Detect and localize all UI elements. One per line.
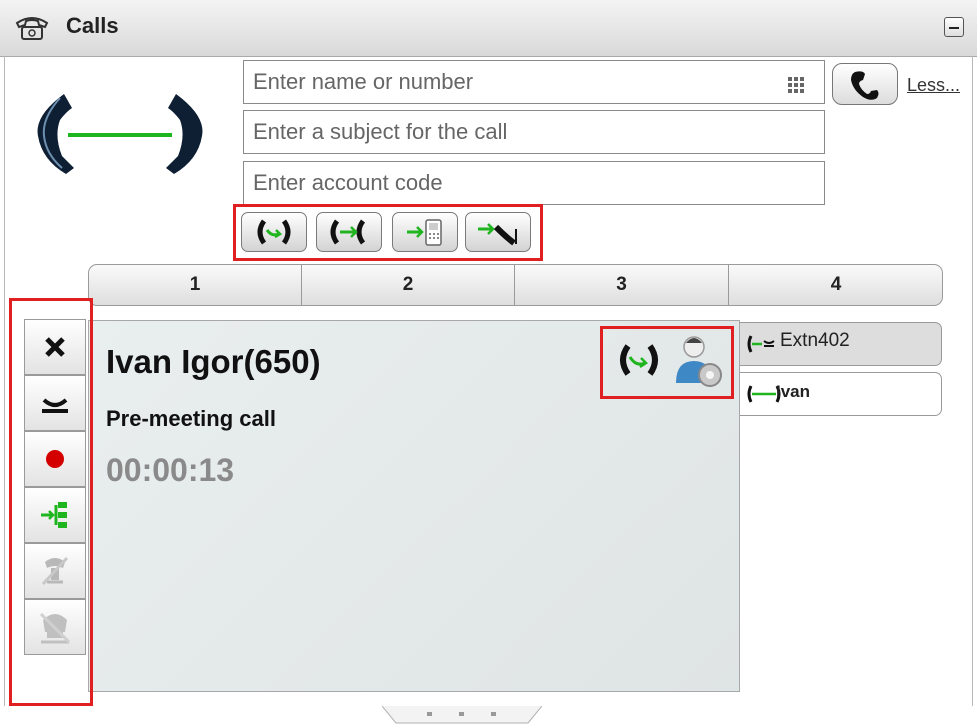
minimize-button[interactable] bbox=[944, 17, 964, 37]
title-bar bbox=[0, 0, 977, 57]
mute-button-disabled[interactable] bbox=[24, 543, 86, 599]
transfer-to-mobile-button[interactable] bbox=[392, 212, 458, 252]
call-list-item-connected[interactable]: Ivan bbox=[740, 372, 942, 416]
listen-button-disabled[interactable] bbox=[24, 599, 86, 655]
transfer-icon bbox=[257, 219, 291, 245]
phone-icon bbox=[15, 17, 49, 40]
close-icon bbox=[45, 337, 65, 357]
dialpad-icon[interactable] bbox=[779, 68, 813, 102]
window-title: Calls bbox=[66, 13, 119, 38]
resize-grip[interactable] bbox=[382, 706, 542, 724]
held-handset-icon bbox=[747, 335, 775, 353]
call-button[interactable] bbox=[832, 63, 898, 105]
tab-4[interactable]: 4 bbox=[729, 265, 942, 305]
account-code-input[interactable]: Enter account code bbox=[243, 161, 825, 205]
tab-1[interactable]: 1 bbox=[89, 265, 301, 305]
record-button[interactable] bbox=[24, 431, 86, 487]
headset-disabled-icon bbox=[39, 612, 71, 644]
subject-input[interactable]: Enter a subject for the call bbox=[243, 110, 825, 154]
mute-icon bbox=[41, 556, 69, 586]
call-tabs: 1 2 3 4 bbox=[88, 264, 943, 306]
connected-call-icon bbox=[37, 94, 203, 174]
call-list-label: Extn402 bbox=[780, 330, 850, 351]
transfer-tree-icon bbox=[41, 502, 67, 528]
less-link[interactable]: Less... bbox=[907, 75, 960, 96]
handset-icon bbox=[851, 71, 879, 100]
user-settings-icon bbox=[676, 336, 722, 387]
tab-2[interactable]: 2 bbox=[302, 265, 514, 305]
voicemail-transfer-icon bbox=[478, 223, 517, 246]
call-list-label: Ivan bbox=[776, 382, 811, 401]
call-subject: Pre-meeting call bbox=[106, 406, 276, 431]
transfer-status-icon bbox=[620, 344, 658, 376]
call-timer: 00:00:13 bbox=[106, 452, 235, 488]
hold-call-button[interactable] bbox=[24, 375, 86, 431]
name-number-input[interactable]: Enter name or number bbox=[243, 60, 825, 104]
park-transfer-button[interactable] bbox=[24, 487, 86, 543]
hold-icon bbox=[42, 398, 68, 413]
call-list-item-held[interactable]: Extn402 bbox=[740, 322, 942, 366]
transfer-call-button[interactable] bbox=[241, 212, 307, 252]
tab-3[interactable]: 3 bbox=[515, 265, 728, 305]
caller-name: Ivan Igor(650) bbox=[106, 343, 321, 380]
mobile-transfer-icon bbox=[407, 219, 442, 246]
record-icon bbox=[46, 450, 64, 468]
transfer-to-voicemail-button[interactable] bbox=[465, 212, 531, 252]
conference-icon bbox=[330, 219, 366, 245]
conference-call-button[interactable] bbox=[316, 212, 382, 252]
drop-call-button[interactable] bbox=[24, 319, 86, 375]
